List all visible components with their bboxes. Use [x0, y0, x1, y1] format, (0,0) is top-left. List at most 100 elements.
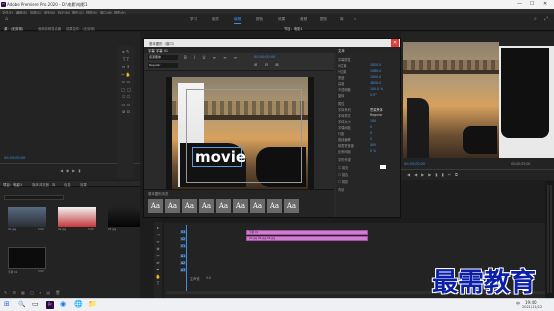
prop-value[interactable]: Regular [370, 113, 382, 117]
prop-value[interactable]: 0 [370, 137, 372, 141]
fill-checkbox[interactable]: ☑ 填充 [338, 165, 348, 170]
master-track-value[interactable]: 0.0 [206, 276, 211, 280]
workspace-color[interactable]: 颜色 [256, 17, 263, 22]
shadow-checkbox[interactable]: ☐ 阴影 [338, 179, 348, 184]
list-item[interactable]: 字幕 01 5:00 [8, 247, 46, 275]
project-search-input[interactable] [4, 195, 64, 200]
style-tile[interactable]: Aa [199, 199, 214, 213]
prop-label: 高度 [338, 82, 345, 86]
prop-value[interactable]: 0 [370, 131, 372, 135]
tab-effects[interactable]: 效果 [80, 182, 87, 187]
list-item[interactable]: 01.jpg 5:00 [8, 207, 46, 231]
prop-label: 旋转 [338, 94, 345, 98]
track-v2[interactable]: V2 [180, 237, 187, 241]
eg-close-button[interactable]: ✕ [391, 39, 399, 47]
eg-toolbar: 思源黑体 Regular B I U ≡ ≡ ≡ 00:00:00:00 ⊞ ⊟… [144, 53, 334, 71]
workspace-bar: ⌂ 学习 组件 编辑 颜色 效果 音频 图形 库 » ⌕ ⤢ [0, 14, 554, 24]
file-explorer-icon[interactable]: 📁 [88, 300, 97, 308]
eg-title: 基本图形（窗口） [149, 42, 177, 46]
maximize-button[interactable]: ☐ [530, 1, 534, 7]
task-view-icon[interactable]: ▭ [32, 300, 39, 308]
prop-value[interactable]: 400 [370, 143, 376, 147]
premiere-taskbar-icon[interactable]: Pr [46, 301, 54, 309]
tab-program[interactable]: 节目：电影1 [284, 26, 303, 31]
workspace-audio[interactable]: 音频 [300, 17, 307, 22]
prop-value[interactable]: 0.0° [370, 93, 377, 97]
audio-meter-right [550, 185, 552, 293]
graphics-tool-icons[interactable]: ▸ ✎ T T ⇔ ⇕ ✂ ✋ ▭ ▭ ◯ ◯ ⬠ ⬠ ▭ ▭ ⊞ ⊟ [120, 48, 132, 116]
workspace-more[interactable]: » [354, 17, 356, 21]
tab-audio-mixer[interactable]: 音频剪辑混合器 [38, 26, 61, 31]
timeline-clip-title[interactable]: 字幕 01 [246, 230, 368, 235]
minimize-button[interactable]: — [517, 1, 522, 7]
tab-media-browser[interactable]: 媒体浏览器 [32, 182, 49, 187]
style-tile[interactable]: Aa [148, 199, 163, 213]
track-a3[interactable]: A3 [180, 268, 187, 272]
program-transport-icons[interactable]: ◀◀▶▶▮▮✂⧉ [407, 172, 462, 177]
track-headers: V3 V2 V1 A1 A2 A3 主声道 0.0 [166, 226, 246, 290]
tab-info[interactable]: 信息 [64, 182, 71, 187]
item-duration: 5:00 [38, 270, 44, 273]
ime-indicator[interactable]: 中 [516, 301, 520, 307]
eg-styles-strip: 基本图形浏览 Aa Aa Aa Aa Aa Aa Aa Aa Aa [144, 189, 334, 217]
track-v1[interactable]: V1 [180, 244, 187, 248]
list-item[interactable]: 02.jpg 5:00 [58, 207, 96, 231]
tab-libraries[interactable]: 库 [52, 182, 55, 187]
style-tile[interactable]: Aa [250, 199, 265, 213]
style-tile[interactable]: Aa [233, 199, 248, 213]
close-button[interactable]: ✕ [543, 1, 547, 7]
workspace-assembly[interactable]: 组件 [212, 17, 219, 22]
stroke-checkbox[interactable]: ☐ 描边 [338, 172, 348, 177]
tool-icons[interactable]: ▸ ⇢ ⇔ ◈ ✂ ⇄ ✒ ✋ T [155, 224, 161, 287]
track-v3[interactable]: V3 [180, 230, 187, 234]
font-family-select[interactable]: 思源黑体 [148, 55, 178, 60]
tab-project[interactable]: 项目：电影1 [3, 182, 22, 187]
prop-value[interactable]: 思源黑体 [370, 107, 383, 112]
search-icon[interactable]: 🔍 [18, 301, 25, 308]
tab-effect-controls[interactable]: 效果控件：(无剪辑) [66, 26, 95, 31]
font-style-select[interactable]: Regular [148, 63, 178, 68]
project-panel: 项目：电影1 媒体浏览器 库 信息 效果 01.jpg 5:00 02.jpg … [0, 181, 140, 298]
track-a2[interactable]: A2 [180, 261, 187, 265]
fill-color-swatch[interactable] [380, 165, 386, 169]
workspace-libraries[interactable]: 库 [340, 17, 344, 22]
style-tile[interactable]: Aa [267, 199, 282, 213]
style-tile[interactable]: Aa [216, 199, 231, 213]
workspace-editing[interactable]: 编辑 [234, 17, 242, 24]
search-icon[interactable]: ⌕ [534, 16, 537, 22]
thumbnail-01 [8, 207, 46, 227]
item-name: 字幕 01 [8, 271, 18, 274]
track-a1[interactable]: A1 [180, 254, 187, 258]
browser-icon[interactable]: ◉ [60, 300, 66, 308]
align-icons[interactable]: ⊞ ⊟ ⊠ [254, 62, 282, 67]
timeline-ruler[interactable] [164, 218, 554, 223]
source-transport-icons[interactable]: ◀◆▶▮ [60, 168, 83, 173]
workspace-graphics[interactable]: 图形 [320, 17, 327, 22]
timeline-clip-images[interactable]: 01.jpg 02.jpg 03.jpg [246, 236, 368, 241]
style-tile[interactable]: Aa [284, 199, 299, 213]
share-icon[interactable]: ⤢ [544, 16, 548, 22]
workspace-learn[interactable]: 学习 [190, 17, 197, 22]
prop-value[interactable]: 4800.0 [370, 81, 381, 85]
style-tile[interactable]: Aa [165, 199, 180, 213]
prop-value[interactable]: 0 % [370, 149, 376, 153]
text-format-icons[interactable]: B I U ≡ ≡ ≡ [184, 55, 240, 60]
project-footer-icons[interactable]: ✎☰▦◯⌕▤🗑 [4, 290, 65, 295]
start-icon[interactable]: ⊞ [4, 300, 10, 308]
prop-label: 比例间距 [338, 150, 351, 154]
list-item[interactable]: 03.jpg [108, 207, 140, 231]
prop-value[interactable]: 1920.0 [370, 63, 381, 67]
program-scrub-bar[interactable] [401, 169, 554, 170]
edge-icon[interactable]: 🌐 [74, 300, 83, 308]
clock-date[interactable]: 2021/11/12 [522, 305, 542, 309]
prop-value[interactable]: 0 [370, 125, 372, 129]
title-text[interactable]: movie [195, 148, 246, 166]
workspace-effects[interactable]: 效果 [278, 17, 285, 22]
prop-value[interactable]: 1000.0 [370, 75, 381, 79]
prop-value[interactable]: 100.0 % [370, 87, 383, 91]
tab-source[interactable]: 源：(无剪辑) [4, 26, 23, 31]
home-icon[interactable]: ⌂ [5, 16, 8, 22]
prop-value[interactable]: 1080.0 [370, 69, 381, 73]
style-tile[interactable]: Aa [182, 199, 197, 213]
prop-value[interactable]: 100 [370, 119, 376, 123]
